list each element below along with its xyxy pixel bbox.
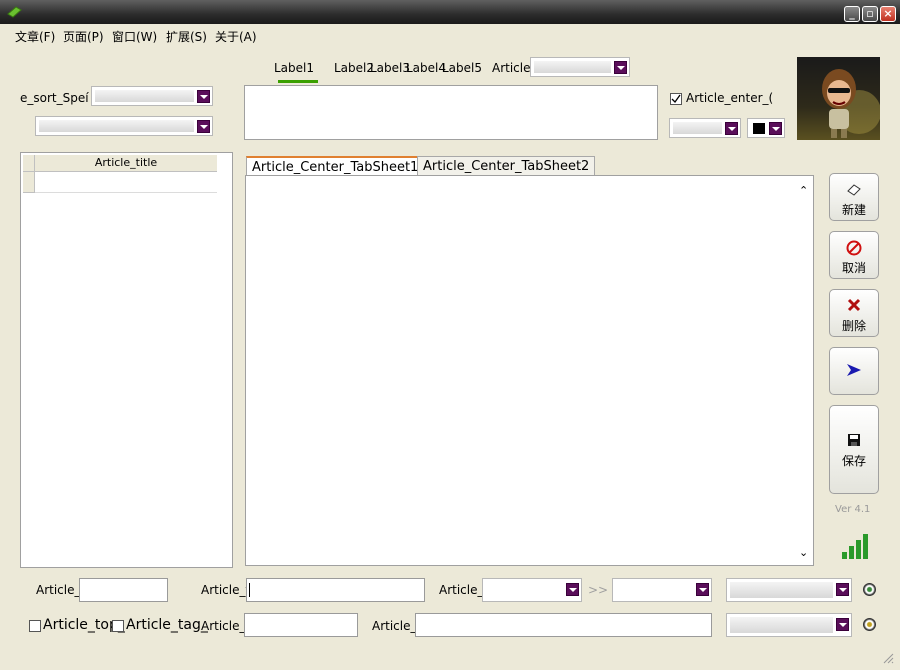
tab-sheet2[interactable]: Article_Center_TabSheet2 [417, 156, 596, 176]
range-arrows: >> [588, 583, 609, 597]
chevron-down-icon [725, 122, 738, 135]
article-category-combo[interactable] [530, 57, 630, 77]
title-bar[interactable]: _ ▫ × [0, 0, 900, 24]
menu-extend[interactable]: 扩展(S) [166, 28, 207, 45]
send-icon [845, 362, 863, 380]
minimize-button[interactable]: _ [844, 6, 860, 22]
eraser-icon [845, 182, 863, 200]
avatar [797, 57, 881, 140]
close-button[interactable]: × [880, 6, 896, 22]
label-5[interactable]: Label5 [442, 61, 482, 75]
text-cursor [249, 583, 250, 597]
grid-corner [23, 155, 35, 172]
menu-window[interactable]: 窗口(W) [112, 28, 157, 45]
chevron-down-icon [836, 583, 849, 596]
scroll-down-icon[interactable]: ⌄ [799, 546, 808, 559]
bottom-combo-1[interactable] [482, 578, 582, 602]
label-1[interactable]: Label1 [274, 61, 314, 75]
chevron-down-icon [836, 618, 849, 631]
label-3[interactable]: Label3 [370, 61, 410, 75]
new-button-label: 新建 [841, 203, 866, 217]
delete-button-label: 删除 [841, 319, 866, 333]
color-combo[interactable] [747, 118, 785, 138]
bottom-combo-3[interactable] [726, 578, 852, 602]
bottom-combo-4[interactable] [726, 613, 852, 637]
grid-row-indicator [23, 172, 35, 193]
new-button[interactable]: 新建 [829, 173, 879, 221]
enter-checkbox[interactable] [670, 93, 682, 105]
bottom-label-1: Article_ [36, 583, 81, 597]
label-1-underline [278, 80, 318, 83]
chevron-down-icon [614, 61, 627, 74]
menu-about[interactable]: 关于(A) [215, 28, 257, 45]
resize-grip-icon[interactable] [880, 650, 894, 664]
article-list[interactable]: Article_title [20, 152, 233, 568]
signal-icon [842, 530, 872, 560]
maximize-button[interactable]: ▫ [862, 6, 878, 22]
cancel-button-label: 取消 [841, 261, 866, 275]
bottom-edit-1[interactable] [79, 578, 168, 602]
delete-button[interactable]: 删除 [829, 289, 879, 337]
tag-checkbox-label: Article_tag_ [126, 617, 208, 633]
save-button-label: 保存 [841, 454, 866, 468]
version-label: Ver 4.1 [835, 504, 871, 515]
bottom-edit-2[interactable] [246, 578, 425, 602]
chevron-down-icon [696, 583, 709, 596]
label-2[interactable]: Label2 [334, 61, 374, 75]
chevron-down-icon [769, 122, 782, 135]
cancel-button[interactable]: 取消 [829, 231, 879, 279]
app-icon [6, 5, 22, 18]
bottom-combo-2[interactable] [612, 578, 712, 602]
label-4[interactable]: Label4 [406, 61, 446, 75]
bottom-label-2: Article_f [201, 583, 250, 597]
top-checkbox[interactable] [29, 620, 41, 632]
save-button[interactable]: 保存 [829, 405, 879, 494]
table-row[interactable] [35, 172, 217, 193]
prohibit-icon [845, 240, 863, 258]
send-button[interactable] [829, 347, 879, 395]
sort-label: e_sort_Speí [20, 91, 89, 105]
secondary-combo[interactable] [35, 116, 213, 136]
radio-option-1[interactable] [863, 583, 876, 596]
tab-sheet1[interactable]: Article_Center_TabSheet1 [246, 156, 425, 176]
radio-option-2[interactable] [863, 618, 876, 631]
enter-checkbox-label: Article_enter_( [686, 91, 774, 105]
menu-article[interactable]: 文章(F) [15, 28, 55, 45]
floppy-icon [845, 433, 863, 451]
chevron-down-icon [566, 583, 579, 596]
bottom-edit-a[interactable] [244, 613, 358, 637]
article-content-editor[interactable]: ⌃ ⌄ [245, 175, 814, 566]
bottom-edit-s[interactable] [415, 613, 712, 637]
chevron-down-icon [197, 90, 210, 103]
grid-header-title[interactable]: Article_title [35, 155, 217, 172]
sort-combo[interactable] [91, 86, 213, 106]
editor-scrollbar[interactable]: ⌃ ⌄ [796, 178, 811, 563]
color-swatch [753, 123, 765, 134]
tag-checkbox[interactable] [112, 620, 124, 632]
font-size-combo[interactable] [669, 118, 741, 138]
summary-memo[interactable] [244, 85, 658, 140]
delete-icon [845, 298, 863, 316]
scroll-up-icon[interactable]: ⌃ [799, 184, 808, 197]
menu-page[interactable]: 页面(P) [63, 28, 104, 45]
chevron-down-icon [197, 120, 210, 133]
